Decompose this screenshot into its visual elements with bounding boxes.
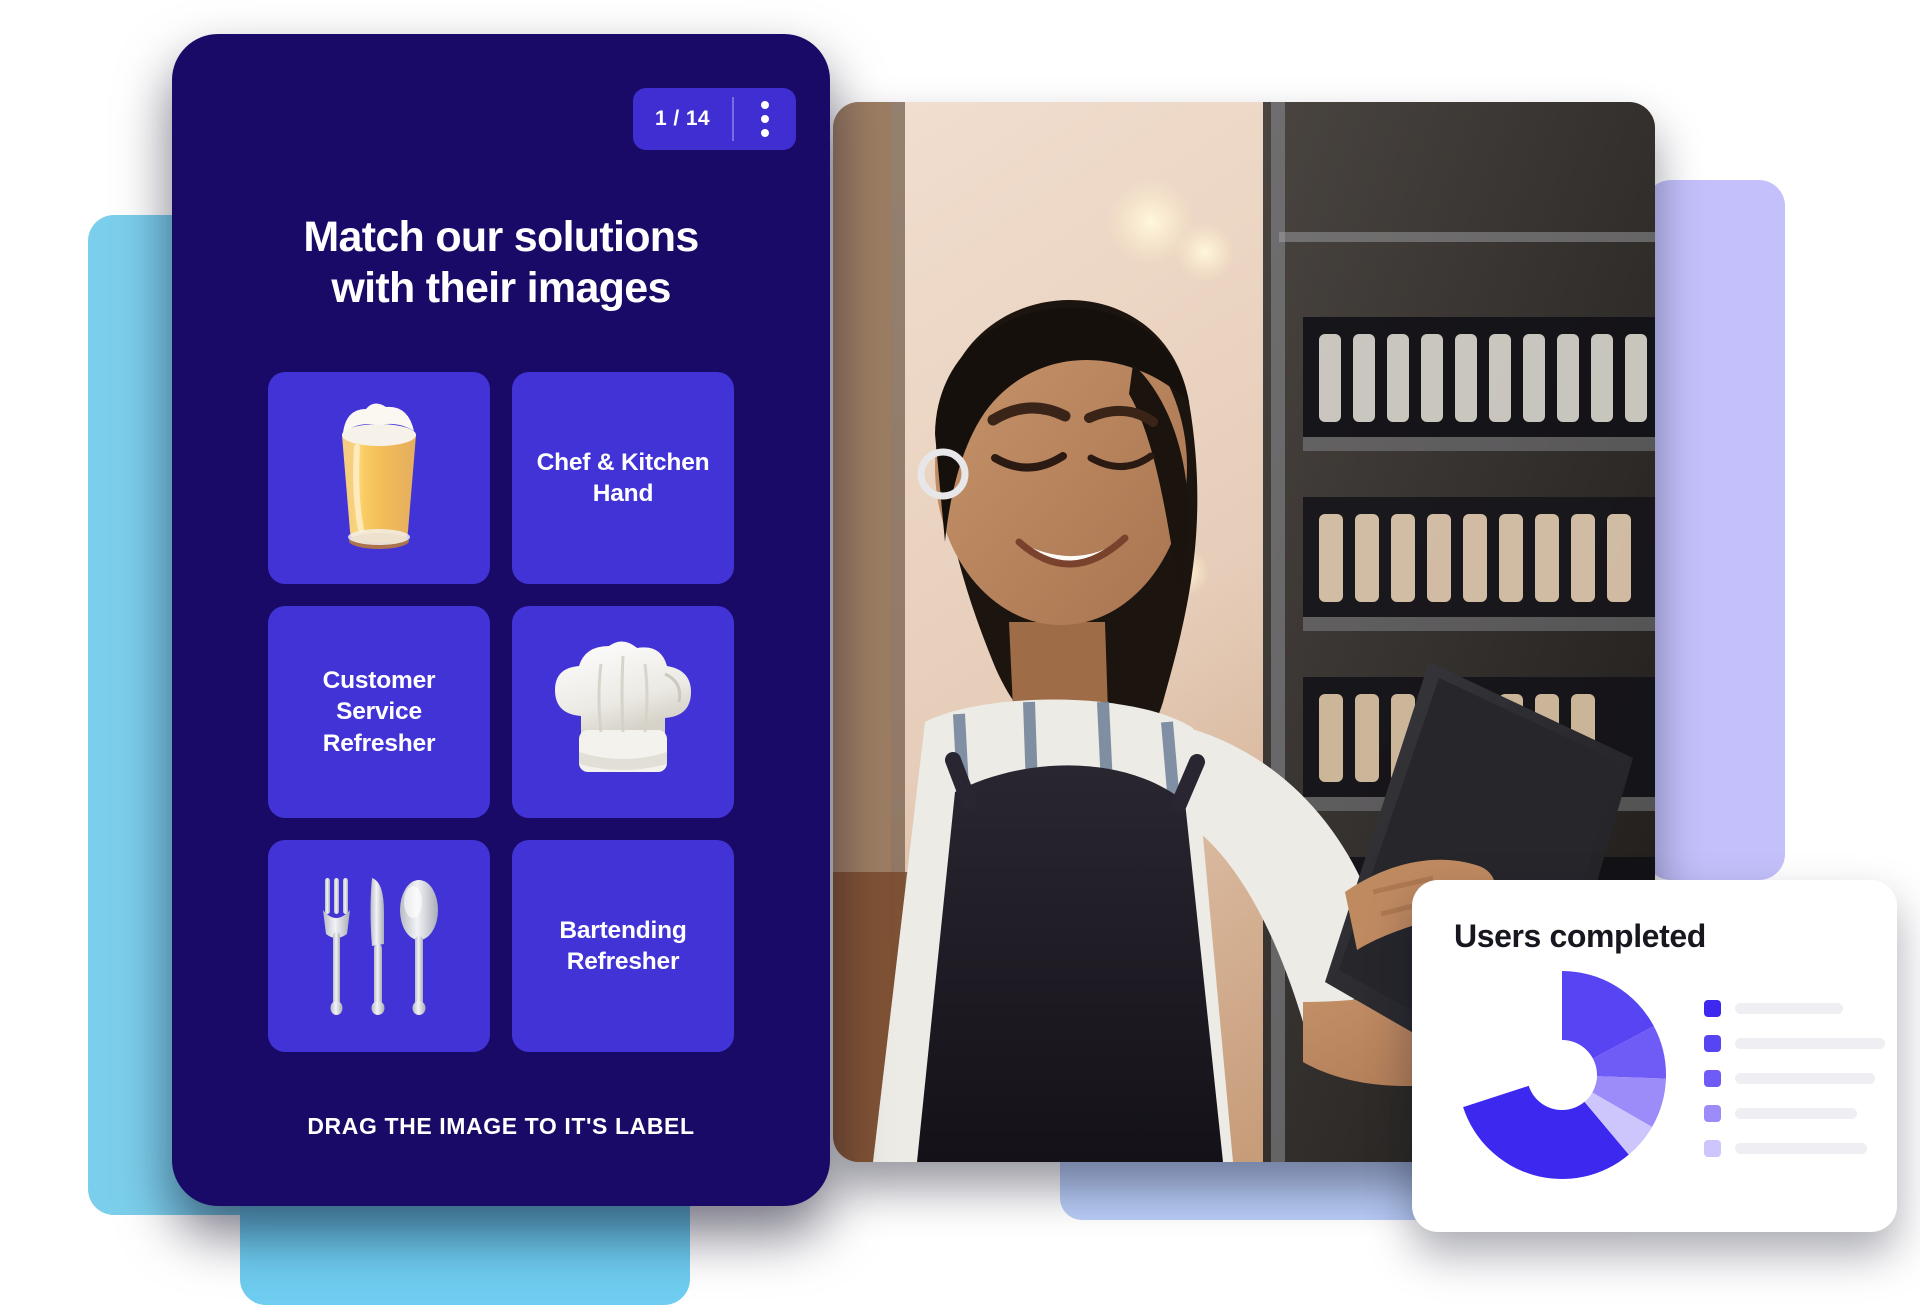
stats-card-body <box>1454 967 1885 1183</box>
donut-chart-svg <box>1463 971 1666 1179</box>
donut-chart <box>1454 967 1670 1183</box>
composition-stage: 1 / 14 Match our solutions with their im… <box>0 0 1920 1305</box>
quiz-card-chef-hat[interactable] <box>512 606 734 818</box>
legend-label-placeholder <box>1735 1072 1875 1084</box>
phone-mockup: 1 / 14 Match our solutions with their im… <box>172 34 830 1206</box>
quiz-topbar: 1 / 14 <box>633 88 796 150</box>
quiz-card-label: Chef & Kitchen Hand <box>536 448 710 507</box>
quiz-card-customer-service-refresher[interactable]: Customer Service Refresher <box>268 606 490 818</box>
quiz-card-beer[interactable] <box>268 372 490 584</box>
quiz-title-line-1: Match our solutions <box>303 213 699 261</box>
legend-swatch <box>1704 1139 1721 1157</box>
legend-label-placeholder <box>1735 1142 1867 1154</box>
quiz-card-grid: Chef & Kitchen Hand Customer Service Ref… <box>268 372 734 1052</box>
users-completed-card: Users completed <box>1412 880 1897 1232</box>
quiz-card-label: Bartending Refresher <box>559 916 687 975</box>
fork-knife-spoon-emoji <box>314 870 444 1022</box>
legend-row <box>1704 1104 1885 1122</box>
quiz-card-chef-kitchen-hand[interactable]: Chef & Kitchen Hand <box>512 372 734 584</box>
quiz-card-bartending-refresher[interactable]: Bartending Refresher <box>512 840 734 1052</box>
quiz-title: Match our solutions with their images <box>172 212 830 313</box>
decorative-shape-lavender-right <box>1645 180 1785 880</box>
donut-legend <box>1704 994 1885 1157</box>
menu-dot <box>761 129 769 137</box>
menu-dot <box>761 101 769 109</box>
three-dots-vertical-icon[interactable] <box>734 88 796 150</box>
legend-row <box>1704 999 1885 1017</box>
quiz-card-label: Customer Service Refresher <box>322 666 436 757</box>
donut-hole <box>1527 1040 1597 1110</box>
quiz-title-line-2: with their images <box>331 263 671 312</box>
legend-row <box>1704 1139 1885 1157</box>
menu-dot <box>761 115 769 123</box>
quiz-card-cutlery[interactable] <box>268 840 490 1052</box>
legend-swatch <box>1704 999 1721 1017</box>
legend-swatch <box>1704 1069 1721 1087</box>
page-counter: 1 / 14 <box>655 107 710 130</box>
chef-hat-emoji <box>545 640 701 784</box>
legend-row <box>1704 1034 1885 1052</box>
legend-label-placeholder <box>1735 1037 1885 1049</box>
legend-label-placeholder <box>1735 1107 1857 1119</box>
legend-swatch <box>1704 1104 1721 1122</box>
legend-swatch <box>1704 1034 1721 1052</box>
stats-card-title: Users completed <box>1454 918 1706 954</box>
legend-row <box>1704 1069 1885 1087</box>
beer-glass-emoji <box>324 401 434 555</box>
quiz-hint-text: DRAG THE IMAGE TO IT'S LABEL <box>307 1113 695 1139</box>
legend-label-placeholder <box>1735 1002 1843 1014</box>
